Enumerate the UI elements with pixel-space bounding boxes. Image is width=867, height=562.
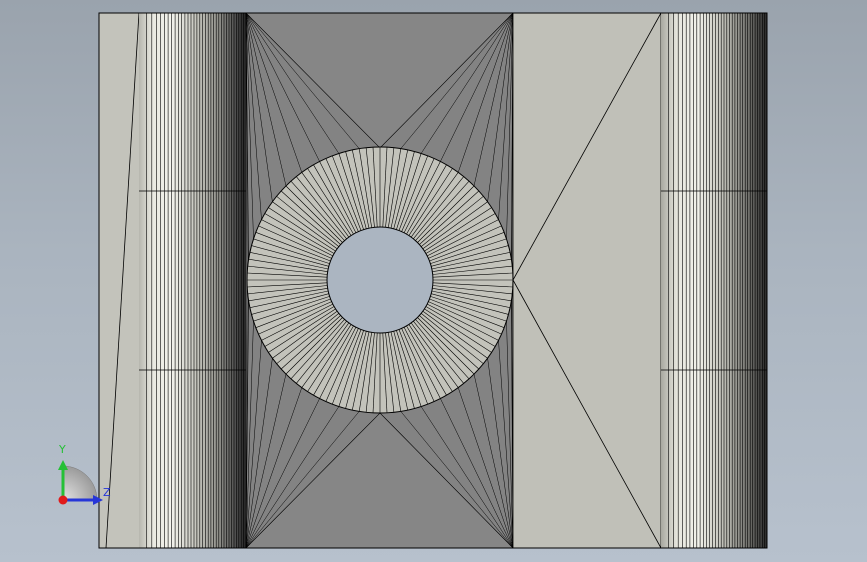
bearing-ring-annulus (246, 146, 514, 414)
x-axis-dot (58, 495, 68, 505)
center-bore-hole (326, 226, 434, 334)
coordinate-triad (58, 460, 103, 505)
left-roller-face (139, 13, 246, 548)
cad-viewport[interactable] (0, 0, 867, 562)
left-side-plate (99, 12, 140, 549)
3d-model-part[interactable] (98, 12, 768, 549)
right-side-plate (512, 12, 662, 549)
y-axis-label: Y (59, 443, 66, 456)
right-roller-face (661, 13, 767, 548)
z-axis-label: Z (103, 486, 111, 499)
